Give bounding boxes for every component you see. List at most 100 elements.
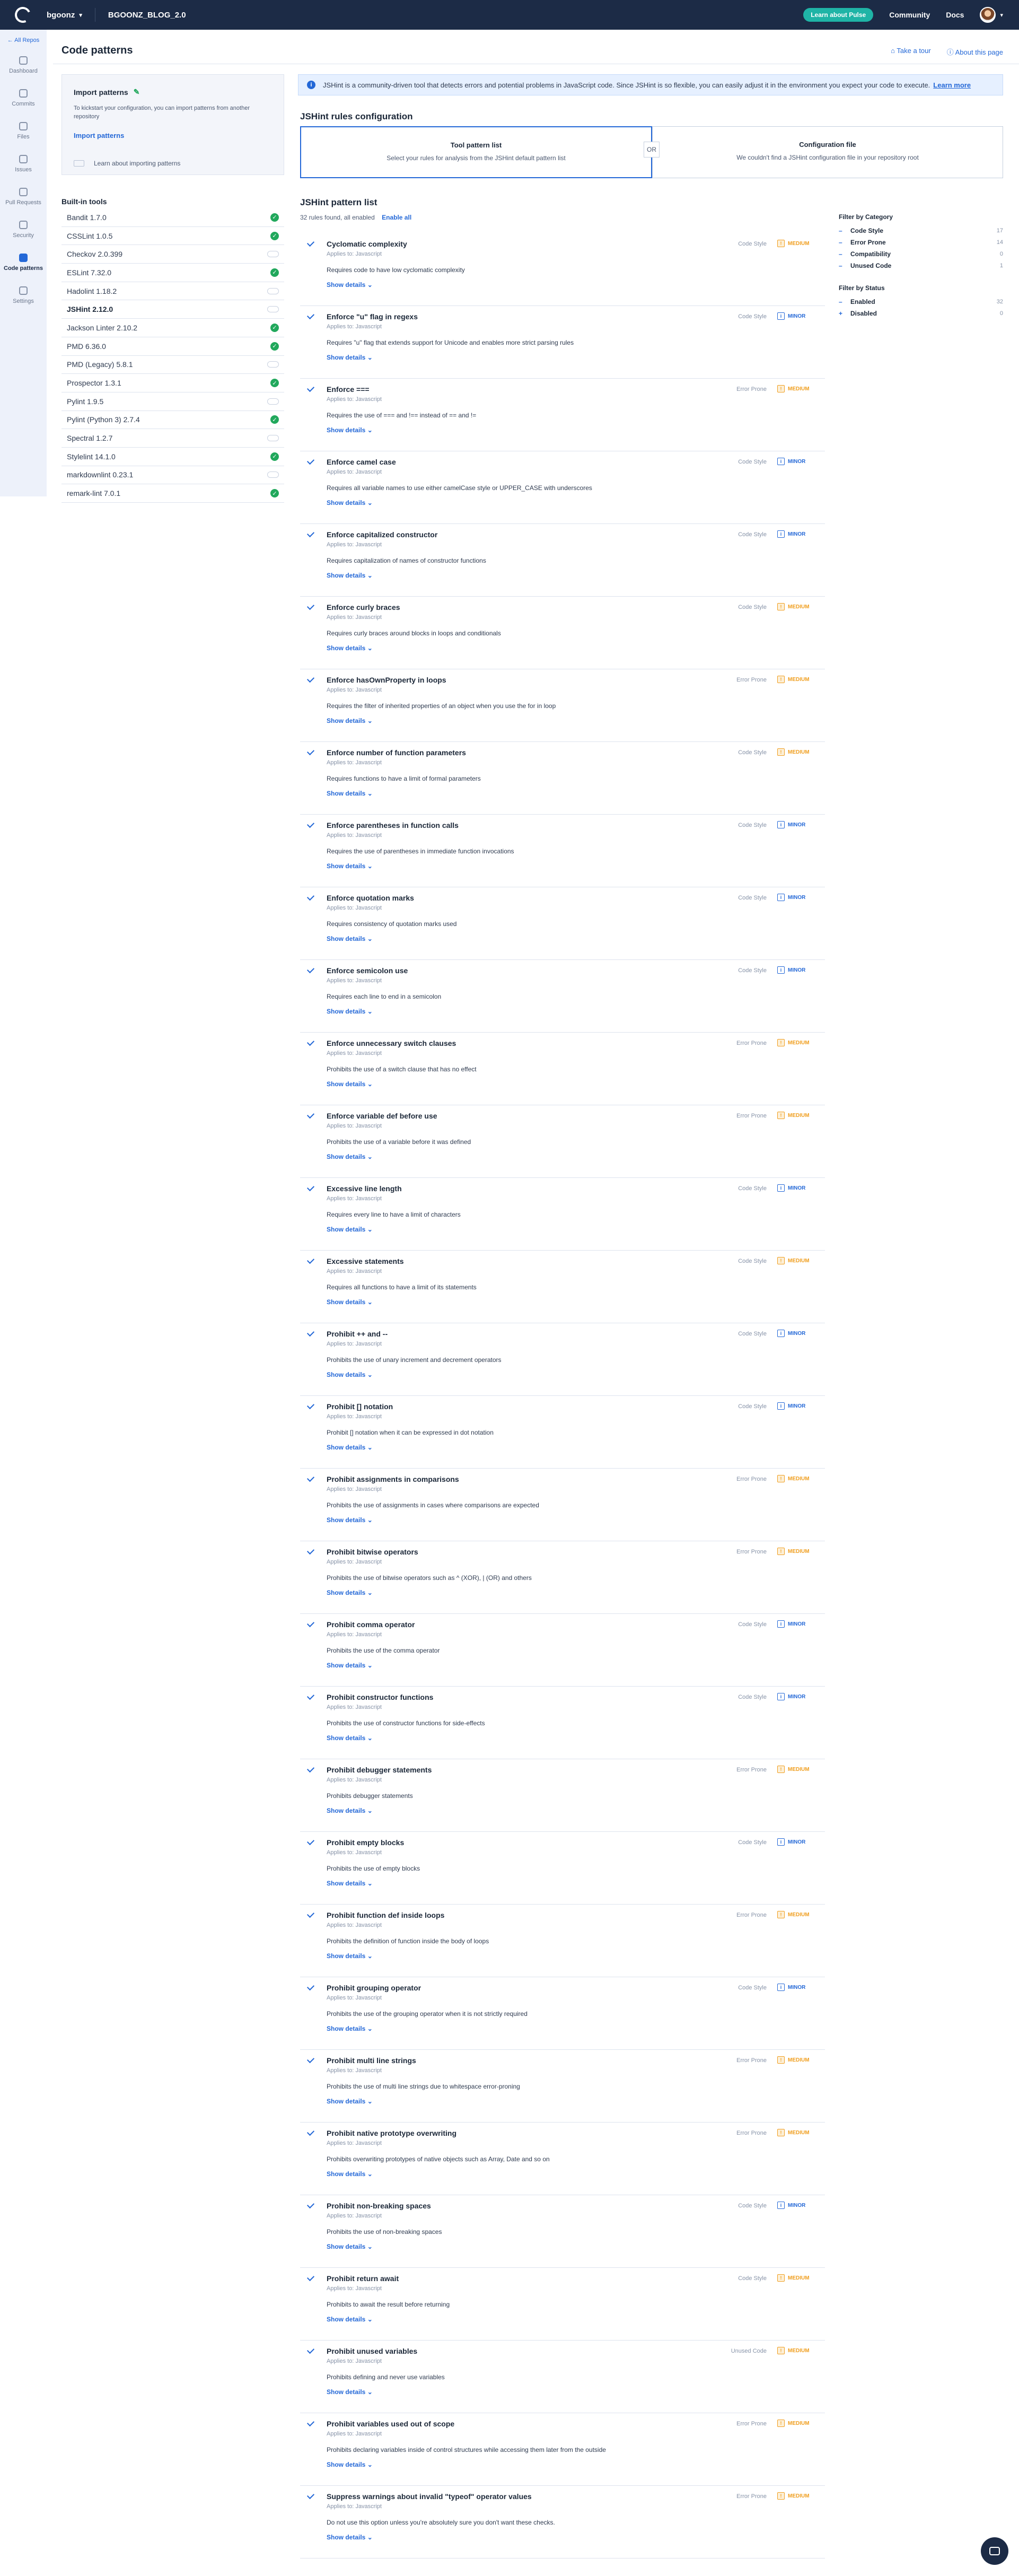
filter-category-error-prone[interactable]: – Error Prone 14 [839,237,1003,248]
enabled-check-icon[interactable] [306,1183,315,1192]
show-details-link[interactable]: Show details ⌄ [327,1952,373,1960]
show-details-link[interactable]: Show details ⌄ [327,644,373,652]
docs-link[interactable]: Docs [946,11,964,19]
enabled-check-icon[interactable] [306,1474,315,1482]
show-details-link[interactable]: Show details ⌄ [327,426,373,434]
show-details-link[interactable]: Show details ⌄ [327,1298,373,1306]
tool-item[interactable]: Hadolint 1.18.2 [62,282,284,301]
chat-button[interactable] [981,2537,1008,2565]
enabled-check-icon[interactable] [306,602,315,610]
show-details-link[interactable]: Show details ⌄ [327,1008,373,1015]
enabled-check-icon[interactable] [306,457,315,465]
enabled-check-icon[interactable] [306,239,315,247]
enabled-check-icon[interactable] [306,1619,315,1628]
enabled-check-icon[interactable] [306,2418,315,2427]
show-details-link[interactable]: Show details ⌄ [327,354,373,361]
show-details-link[interactable]: Show details ⌄ [327,862,373,870]
tool-item[interactable]: remark-lint 7.0.1 ✓ [62,484,284,503]
enabled-check-icon[interactable] [306,529,315,538]
enabled-check-icon[interactable] [306,2055,315,2064]
enabled-check-icon[interactable] [306,2128,315,2136]
enabled-check-icon[interactable] [306,893,315,901]
sidebar-item-issues[interactable]: Issues [0,147,47,180]
show-details-link[interactable]: Show details ⌄ [327,2025,373,2032]
show-details-link[interactable]: Show details ⌄ [327,1589,373,1596]
show-details-link[interactable]: Show details ⌄ [327,1734,373,1742]
sidebar-item-settings[interactable]: Settings [0,279,47,312]
enabled-check-icon[interactable] [306,675,315,683]
show-details-link[interactable]: Show details ⌄ [327,935,373,942]
tool-item[interactable]: PMD 6.36.0 ✓ [62,337,284,356]
tool-item[interactable]: Stylelint 14.1.0 ✓ [62,448,284,466]
enabled-check-icon[interactable] [306,1692,315,1700]
enabled-check-icon[interactable] [306,1547,315,1555]
tool-item[interactable]: Jackson Linter 2.10.2 ✓ [62,319,284,337]
show-details-link[interactable]: Show details ⌄ [327,1516,373,1524]
tool-item[interactable]: Spectral 1.2.7 [62,429,284,448]
enabled-check-icon[interactable] [306,384,315,392]
pulse-button[interactable]: Learn about Pulse [803,8,874,22]
tool-item[interactable]: Pylint (Python 3) 2.7.4 ✓ [62,411,284,430]
show-details-link[interactable]: Show details ⌄ [327,1880,373,1887]
enabled-check-icon[interactable] [306,1038,315,1046]
import-patterns-link[interactable]: Import patterns [74,132,272,139]
user-menu[interactable]: ▾ [980,7,1003,23]
org-switcher[interactable]: bgoonz ▾ [47,11,82,20]
sidebar-item-files[interactable]: Files [0,115,47,147]
show-details-link[interactable]: Show details ⌄ [327,790,373,797]
sidebar-item-dashboard[interactable]: Dashboard [0,49,47,82]
enabled-check-icon[interactable] [306,747,315,756]
filter-category-compatibility[interactable]: – Compatibility 0 [839,248,1003,260]
show-details-link[interactable]: Show details ⌄ [327,2243,373,2250]
community-link[interactable]: Community [889,11,930,19]
show-details-link[interactable]: Show details ⌄ [327,2534,373,2541]
tool-item[interactable]: PMD (Legacy) 5.8.1 [62,356,284,374]
learn-importing-link[interactable]: Learn about importing patterns [74,160,272,167]
show-details-link[interactable]: Show details ⌄ [327,1662,373,1669]
enabled-check-icon[interactable] [306,1910,315,1918]
codacy-logo-icon[interactable] [12,4,33,25]
filter-status-disabled[interactable]: + Disabled 0 [839,308,1003,319]
repo-name[interactable]: BGOONZ_BLOG_2.0 [108,11,186,20]
show-details-link[interactable]: Show details ⌄ [327,2170,373,2178]
tool-item[interactable]: JSHint 2.12.0 [62,300,284,319]
tool-item[interactable]: Pylint 1.9.5 [62,392,284,411]
show-details-link[interactable]: Show details ⌄ [327,281,373,289]
tool-item[interactable]: Bandit 1.7.0 ✓ [62,208,284,227]
enabled-check-icon[interactable] [306,1401,315,1410]
show-details-link[interactable]: Show details ⌄ [327,1371,373,1378]
enabled-check-icon[interactable] [306,2491,315,2500]
take-tour-link[interactable]: ⌂ Take a tour [891,47,931,57]
enabled-check-icon[interactable] [306,2273,315,2282]
learn-more-link[interactable]: Learn more [933,81,971,89]
tool-item[interactable]: Prospector 1.3.1 ✓ [62,374,284,392]
enabled-check-icon[interactable] [306,311,315,320]
enabled-check-icon[interactable] [306,1765,315,1773]
sidebar-item-pull-requests[interactable]: Pull Requests [0,180,47,213]
enabled-check-icon[interactable] [306,1837,315,1846]
enable-all-link[interactable]: Enable all [382,214,411,221]
sidebar-item-security[interactable]: Security [0,213,47,246]
enabled-check-icon[interactable] [306,2200,315,2209]
about-page-link[interactable]: ⓘ About this page [947,47,1003,57]
tool-item[interactable]: CSSLint 1.0.5 ✓ [62,227,284,246]
enabled-check-icon[interactable] [306,820,315,828]
show-details-link[interactable]: Show details ⌄ [327,2388,373,2396]
show-details-link[interactable]: Show details ⌄ [327,2461,373,2468]
back-to-repos-link[interactable]: ← All Repos [0,30,47,49]
tool-item[interactable]: Checkov 2.0.399 [62,245,284,264]
sidebar-item-code-patterns[interactable]: Code patterns [0,246,47,279]
sidebar-item-commits[interactable]: Commits [0,82,47,115]
enabled-check-icon[interactable] [306,1329,315,1337]
filter-category-unused-code[interactable]: – Unused Code 1 [839,260,1003,272]
enabled-check-icon[interactable] [306,965,315,974]
show-details-link[interactable]: Show details ⌄ [327,1080,373,1088]
show-details-link[interactable]: Show details ⌄ [327,717,373,724]
filter-category-code-style[interactable]: – Code Style 17 [839,225,1003,237]
show-details-link[interactable]: Show details ⌄ [327,499,373,507]
tool-item[interactable]: markdownlint 0.23.1 [62,466,284,485]
show-details-link[interactable]: Show details ⌄ [327,572,373,579]
show-details-link[interactable]: Show details ⌄ [327,1226,373,1233]
show-details-link[interactable]: Show details ⌄ [327,1153,373,1160]
tool-pattern-list-option[interactable]: Tool pattern list Select your rules for … [300,126,652,178]
